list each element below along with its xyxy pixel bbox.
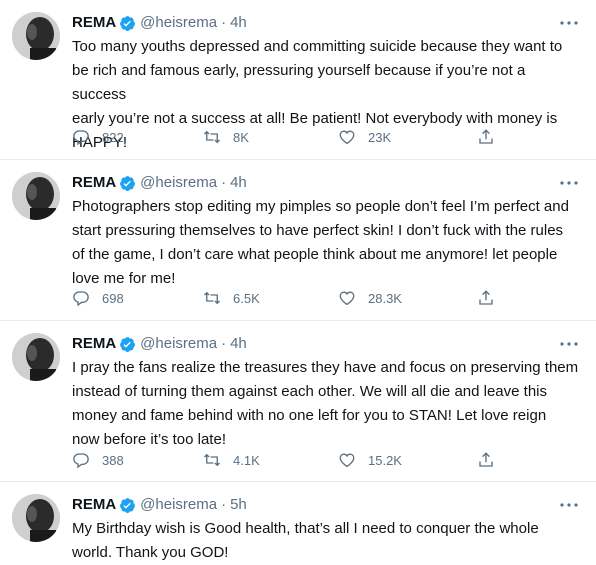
tweet-actions: 698 6.5K 28.3K [72, 286, 512, 310]
author-handle[interactable]: @heisrema [140, 495, 217, 515]
like-button[interactable]: 23K [338, 128, 391, 146]
like-count: 23K [368, 129, 392, 145]
tweet-actions: 822 8K 23K [72, 125, 512, 149]
tweet-header: REMA @heisrema · 4h [72, 334, 247, 354]
retweet-count: 8K [233, 129, 249, 145]
heart-icon [339, 291, 355, 306]
separator-dot: · [221, 14, 227, 31]
timestamp[interactable]: 4h [230, 334, 247, 354]
retweet-button[interactable]: 8K [203, 128, 249, 146]
tweet[interactable]: REMA @heisrema · 4h I pray the fans real… [0, 321, 596, 482]
verified-badge-icon [119, 15, 136, 32]
heart-icon [339, 453, 355, 468]
avatar-image [12, 172, 60, 220]
avatar-image [12, 494, 60, 542]
author-handle[interactable]: @heisrema [140, 13, 217, 33]
like-count: 28.3K [368, 290, 402, 306]
tweet-text: My Birthday wish is Good health, that’s … [72, 520, 539, 561]
author-handle[interactable]: @heisrema [140, 173, 217, 193]
reply-count: 698 [102, 290, 124, 306]
tweet-header: REMA @heisrema · 4h [72, 13, 247, 33]
like-button[interactable]: 15.2K [338, 451, 402, 469]
separator-dot: · [221, 335, 227, 352]
retweet-count: 4.1K [233, 452, 260, 468]
timestamp[interactable]: 4h [230, 13, 247, 33]
reply-icon [73, 130, 89, 146]
avatar[interactable] [12, 172, 60, 220]
reply-count: 822 [102, 129, 124, 145]
timestamp[interactable]: 4h [230, 173, 247, 193]
tweet[interactable]: REMA @heisrema · 4h Photographers stop e… [0, 160, 596, 321]
reply-count: 388 [102, 452, 124, 468]
author-handle[interactable]: @heisrema [140, 334, 217, 354]
reply-button[interactable]: 822 [72, 128, 124, 146]
timestamp[interactable]: 5h [230, 495, 247, 515]
author-name[interactable]: REMA [72, 13, 116, 33]
like-count: 15.2K [368, 452, 402, 468]
more-options-icon[interactable] [558, 13, 580, 33]
avatar[interactable] [12, 12, 60, 60]
retweet-icon [204, 291, 220, 305]
more-options-icon[interactable] [558, 334, 580, 354]
share-icon [479, 290, 493, 305]
like-button[interactable]: 28.3K [338, 289, 402, 307]
avatar[interactable] [12, 494, 60, 542]
more-options-icon[interactable] [558, 173, 580, 193]
reply-icon [73, 453, 89, 469]
retweet-icon [204, 453, 220, 467]
tweet-header: REMA @heisrema · 5h [72, 495, 247, 515]
tweet-header: REMA @heisrema · 4h [72, 173, 247, 193]
author-name[interactable]: REMA [72, 495, 116, 515]
verified-badge-icon [119, 336, 136, 353]
tweet-text: Photographers stop editing my pimples so… [72, 198, 569, 287]
tweet-text: I pray the fans realize the treasures th… [72, 359, 579, 448]
avatar-image [12, 333, 60, 381]
share-button[interactable] [477, 289, 495, 307]
share-button[interactable] [477, 128, 495, 146]
author-name[interactable]: REMA [72, 173, 116, 193]
retweet-button[interactable]: 4.1K [203, 451, 260, 469]
retweet-count: 6.5K [233, 290, 260, 306]
verified-badge-icon [119, 175, 136, 192]
tweet[interactable]: REMA @heisrema · 5h My Birthday wish is … [0, 482, 596, 563]
tweet-actions: 388 4.1K 15.2K [72, 448, 512, 472]
avatar-image [12, 12, 60, 60]
share-icon [479, 452, 493, 467]
retweet-button[interactable]: 6.5K [203, 289, 260, 307]
share-icon [479, 129, 493, 144]
separator-dot: · [221, 174, 227, 191]
heart-icon [339, 130, 355, 145]
verified-badge-icon [119, 497, 136, 514]
share-button[interactable] [477, 451, 495, 469]
retweet-icon [204, 130, 220, 144]
reply-button[interactable]: 388 [72, 451, 124, 469]
author-name[interactable]: REMA [72, 334, 116, 354]
tweet[interactable]: REMA @heisrema · 4h Too many youths depr… [0, 0, 596, 160]
reply-icon [73, 291, 89, 307]
avatar[interactable] [12, 333, 60, 381]
separator-dot: · [221, 496, 227, 513]
more-options-icon[interactable] [558, 495, 580, 515]
reply-button[interactable]: 698 [72, 289, 124, 307]
